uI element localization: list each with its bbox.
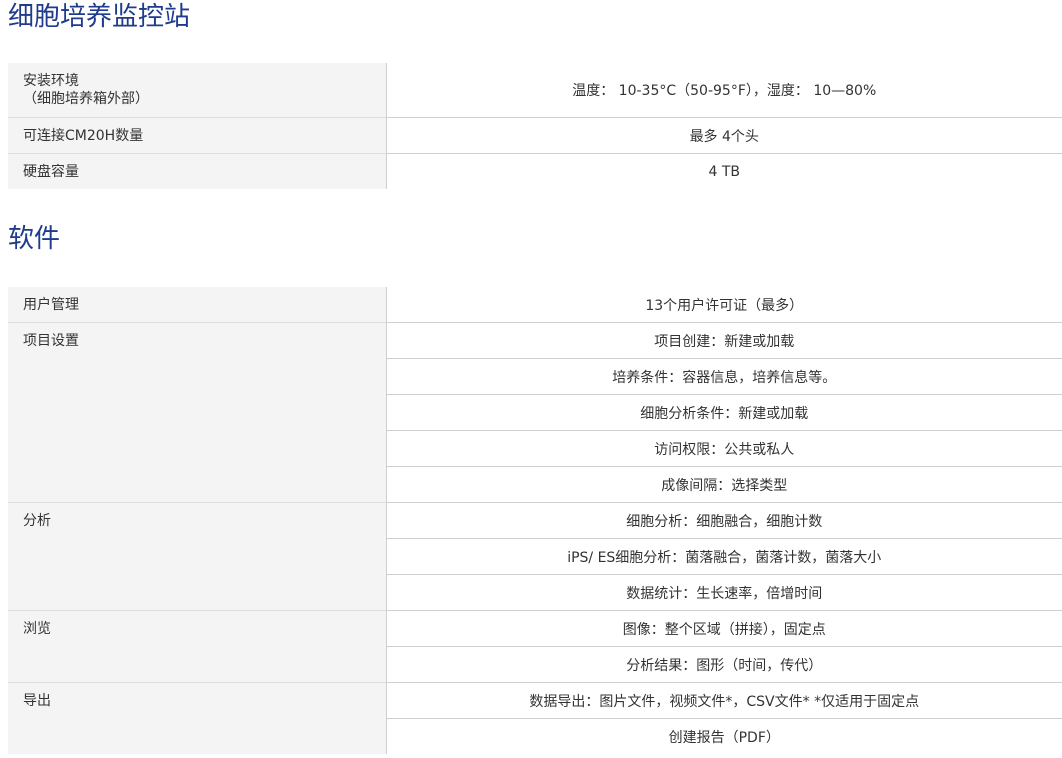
spec-value: 数据导出：图片文件，视频文件*，CSV文件* *仅适用于固定点 [386, 682, 1062, 719]
spec-label: 导出 [8, 682, 387, 754]
spec-label-line: （细胞培养箱外部） [23, 91, 149, 107]
spec-value: 数据统计：生长速率，倍增时间 [386, 574, 1062, 611]
spec-value: 成像间隔：选择类型 [386, 466, 1062, 503]
spec-value: 访问权限：公共或私人 [386, 430, 1062, 467]
table-row: 用户管理 13个用户许可证（最多） [8, 287, 1062, 323]
spec-label: 可连接CM20H数量 [8, 117, 387, 154]
table-row: 导出 数据导出：图片文件，视频文件*，CSV文件* *仅适用于固定点 [8, 682, 1062, 754]
spec-label-text: 分析 [23, 513, 51, 529]
spec-value: 最多 4个头 [386, 117, 1062, 154]
spec-label-line: 安装环境 [23, 73, 79, 89]
spec-value: 图像：整个区域（拼接），固定点 [386, 610, 1062, 647]
spec-label: 浏览 [8, 610, 387, 683]
spec-value: 13个用户许可证（最多） [645, 297, 804, 314]
section-title-software: 软件 [8, 224, 61, 254]
spec-value: 培养条件：容器信息，培养信息等。 [386, 358, 1062, 395]
spec-value: 分析结果：图形（时间，传代） [386, 646, 1062, 683]
spec-label: 用户管理 [8, 287, 387, 323]
spec-value: iPS/ ES细胞分析：菌落融合，菌落计数，菌落大小 [386, 538, 1062, 575]
spec-label-text: 项目设置 [23, 333, 79, 349]
station-spec-table: 安装环境 （细胞培养箱外部） 温度： 10-35°C（50-95°F），湿度： … [8, 63, 1062, 189]
spec-label: 分析 [8, 502, 387, 611]
spec-label-text: 导出 [23, 693, 51, 709]
table-row: 安装环境 （细胞培养箱外部） 温度： 10-35°C（50-95°F），湿度： … [8, 63, 1062, 118]
table-row: 分析 细胞分析：细胞融合，细胞计数 [8, 502, 1062, 611]
spec-value: 4 TB [386, 153, 1062, 189]
table-row: 可连接CM20H数量 最多 4个头 [8, 117, 1062, 154]
table-row: 项目设置 项目创建：新建或加载 [8, 322, 1062, 503]
spec-value: 细胞分析条件：新建或加载 [386, 394, 1062, 431]
table-row: 硬盘容量 4 TB [8, 153, 1062, 189]
spec-value: 创建报告（PDF） [386, 718, 1062, 754]
spec-value: 温度： 10-35°C（50-95°F），湿度： 10—80% [572, 83, 877, 99]
spec-label: 安装环境 （细胞培养箱外部） [8, 63, 387, 118]
table-row: 浏览 图像：整个区域（拼接），固定点 [8, 610, 1062, 683]
spec-label: 项目设置 [8, 322, 387, 503]
spec-value: 项目创建：新建或加载 [386, 322, 1062, 359]
software-spec-table: 用户管理 13个用户许可证（最多） 项目设置 项目创建：新建或加载 培养条件：容… [8, 287, 1062, 754]
spec-label: 硬盘容量 [8, 153, 387, 189]
spec-label-text: 浏览 [23, 621, 51, 637]
spec-value: 细胞分析：细胞融合，细胞计数 [386, 502, 1062, 539]
section-title-station: 细胞培养监控站 [8, 2, 191, 32]
